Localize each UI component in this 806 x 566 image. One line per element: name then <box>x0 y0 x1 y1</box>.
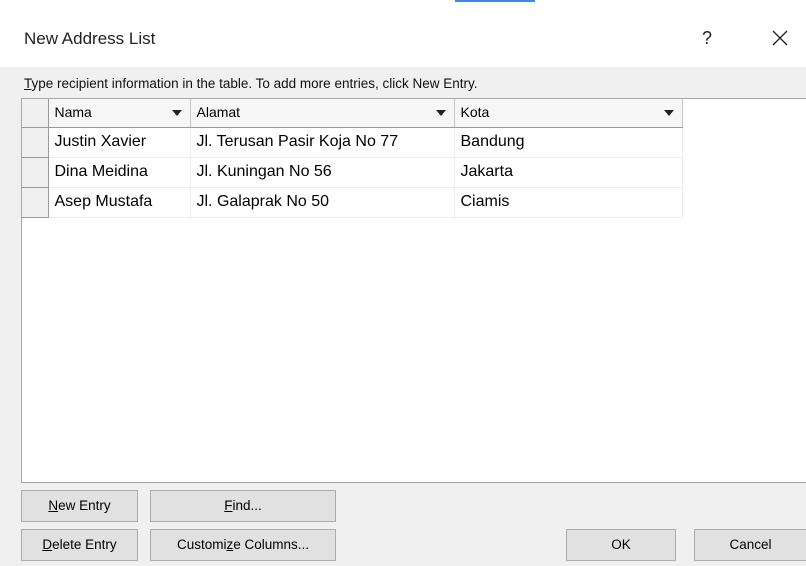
cell-alamat[interactable]: Jl. Kuningan No 56 <box>190 157 455 188</box>
cell-kota[interactable]: Ciamis <box>454 187 683 218</box>
customize-columns-button[interactable]: Customize Columns... <box>150 529 336 561</box>
dropdown-arrow-icon[interactable] <box>171 110 182 116</box>
ok-button[interactable]: OK <box>566 529 676 561</box>
window-title: New Address List <box>24 29 156 48</box>
close-icon <box>772 30 788 46</box>
help-button[interactable]: ? <box>695 25 719 51</box>
find-button[interactable]: Find... <box>150 490 336 522</box>
column-header-kota[interactable]: Kota <box>454 99 683 128</box>
recipient-table: Nama Alamat Kota Justin Xavier Jl. Terus… <box>21 98 806 483</box>
header-row: Nama Alamat Kota <box>22 99 683 128</box>
cell-kota[interactable]: Jakarta <box>454 157 683 188</box>
row-selector[interactable] <box>22 187 49 218</box>
column-header-nama[interactable]: Nama <box>48 99 191 128</box>
delete-entry-button[interactable]: Delete Entry <box>21 529 138 561</box>
dropdown-arrow-icon[interactable] <box>435 110 446 116</box>
new-entry-button[interactable]: New Entry <box>21 490 138 522</box>
close-button[interactable] <box>766 24 794 52</box>
select-all-cell[interactable] <box>22 99 49 128</box>
dropdown-arrow-icon[interactable] <box>663 110 674 116</box>
table-row: Asep Mustafa Jl. Galaprak No 50 Ciamis <box>22 187 683 218</box>
row-selector[interactable] <box>22 127 49 158</box>
row-selector[interactable] <box>22 157 49 188</box>
instruction-text: Type recipient information in the table.… <box>24 76 478 91</box>
cell-nama[interactable]: Dina Meidina <box>48 157 191 188</box>
column-header-alamat[interactable]: Alamat <box>190 99 455 128</box>
table-row: Justin Xavier Jl. Terusan Pasir Koja No … <box>22 127 683 158</box>
window-accent-bar <box>455 0 535 2</box>
table-row: Dina Meidina Jl. Kuningan No 56 Jakarta <box>22 157 683 188</box>
cell-kota[interactable]: Bandung <box>454 127 683 158</box>
cell-alamat[interactable]: Jl. Terusan Pasir Koja No 77 <box>190 127 455 158</box>
cancel-button[interactable]: Cancel <box>694 529 806 561</box>
cell-nama[interactable]: Justin Xavier <box>48 127 191 158</box>
cell-alamat[interactable]: Jl. Galaprak No 50 <box>190 187 455 218</box>
cell-nama[interactable]: Asep Mustafa <box>48 187 191 218</box>
title-bar: New Address List ? <box>0 5 806 67</box>
